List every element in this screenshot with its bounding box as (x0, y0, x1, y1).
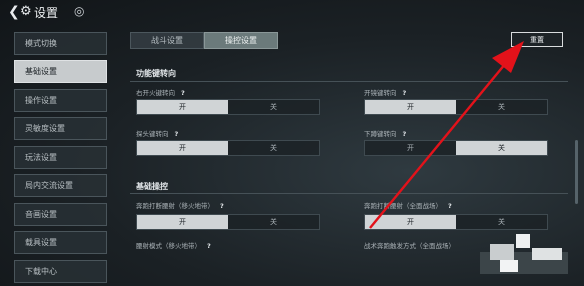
toggle-scope-turn: 开 关 (364, 99, 548, 115)
scrollbar[interactable] (575, 140, 578, 204)
section-title-function-keys: 功能键转向 (136, 69, 176, 78)
blurred-overlay (480, 234, 568, 274)
sidebar-item-communication-settings[interactable]: 局内交流设置 (14, 174, 107, 197)
toggle-sprint-interrupt-hipfire-b: 开 关 (364, 214, 548, 230)
toggle-on-option[interactable]: 开 (365, 215, 456, 229)
toggle-off-option[interactable]: 关 (456, 100, 547, 114)
top-bar: ❮ ⚙ 设置 ◎ (0, 0, 584, 24)
gear-icon: ⚙ (20, 4, 32, 19)
toggle-off-option[interactable]: 关 (456, 141, 547, 155)
reset-button[interactable]: 重置 (511, 32, 563, 47)
sidebar-item-label: 局内交流设置 (25, 181, 73, 190)
divider (130, 81, 568, 82)
toggle-right-fire-turn: 开 关 (136, 99, 320, 115)
section-title-basic-controls: 基础操控 (136, 182, 168, 191)
sidebar-item-label: 玩法设置 (25, 153, 57, 162)
sidebar-item-label: 基础设置 (25, 67, 57, 76)
setting-label: 右开火键转向? (136, 89, 185, 97)
setting-label: 奔跑打断腰射（全面战场）? (364, 202, 452, 210)
toggle-off-option[interactable]: 关 (456, 215, 547, 229)
toggle-peek-turn: 开 关 (136, 140, 320, 156)
help-icon[interactable]: ? (403, 89, 407, 97)
help-icon[interactable]: ? (175, 130, 179, 138)
sidebar-item-label: 下载中心 (25, 267, 57, 276)
setting-label: 探头键转向? (136, 130, 179, 138)
chevron-left-icon[interactable]: ❮ (8, 4, 20, 20)
sidebar-item-audio-video-settings[interactable]: 音画设置 (14, 203, 107, 226)
sidebar-item-label: 操作设置 (25, 96, 57, 105)
toggle-on-option[interactable]: 开 (365, 100, 456, 114)
settings-tabs: 战斗设置 操控设置 (130, 32, 278, 49)
help-icon[interactable]: ? (403, 130, 407, 138)
gamepad-icon: ◎ (74, 4, 85, 18)
toggle-on-option[interactable]: 开 (365, 141, 456, 155)
setting-label: 战术奔跑触发方式（全面战场） (364, 242, 455, 250)
sidebar-item-vehicle-settings[interactable]: 载具设置 (14, 231, 107, 254)
help-icon[interactable]: ? (220, 202, 224, 210)
toggle-off-option[interactable]: 关 (228, 100, 319, 114)
sidebar-item-sensitivity-settings[interactable]: 灵敏度设置 (14, 117, 107, 140)
setting-label: 腰射模式（移火地带）? (136, 242, 211, 250)
sidebar-item-label: 模式切换 (25, 39, 57, 48)
help-icon[interactable]: ? (448, 202, 452, 210)
tab-control-settings[interactable]: 操控设置 (204, 32, 278, 49)
sidebar-item-basic-settings[interactable]: 基础设置 (14, 60, 107, 83)
sidebar-item-mode-switch[interactable]: 模式切换 (14, 32, 107, 55)
sidebar-item-download-center[interactable]: 下载中心 (14, 260, 107, 283)
help-icon[interactable]: ? (181, 89, 185, 97)
sidebar-item-gameplay-settings[interactable]: 玩法设置 (14, 146, 107, 169)
sidebar-item-label: 音画设置 (25, 210, 57, 219)
toggle-on-option[interactable]: 开 (137, 141, 228, 155)
toggle-on-option[interactable]: 开 (137, 215, 228, 229)
divider (130, 193, 568, 194)
toggle-on-option[interactable]: 开 (137, 100, 228, 114)
toggle-crouch-turn: 开 关 (364, 140, 548, 156)
toggle-sprint-interrupt-hipfire-a: 开 关 (136, 214, 320, 230)
toggle-off-option[interactable]: 关 (228, 215, 319, 229)
help-icon[interactable]: ? (207, 242, 211, 250)
setting-label: 奔跑打断腰射（移火地带）? (136, 202, 224, 210)
toggle-off-option[interactable]: 关 (228, 141, 319, 155)
sidebar-item-label: 灵敏度设置 (25, 124, 65, 133)
setting-label: 下蹲键转向? (364, 130, 407, 138)
sidebar-item-label: 载具设置 (25, 238, 57, 247)
page-title: 设置 (34, 6, 59, 20)
setting-label: 开镜键转向? (364, 89, 407, 97)
tab-combat-settings[interactable]: 战斗设置 (130, 32, 204, 49)
sidebar-item-operation-settings[interactable]: 操作设置 (14, 89, 107, 112)
